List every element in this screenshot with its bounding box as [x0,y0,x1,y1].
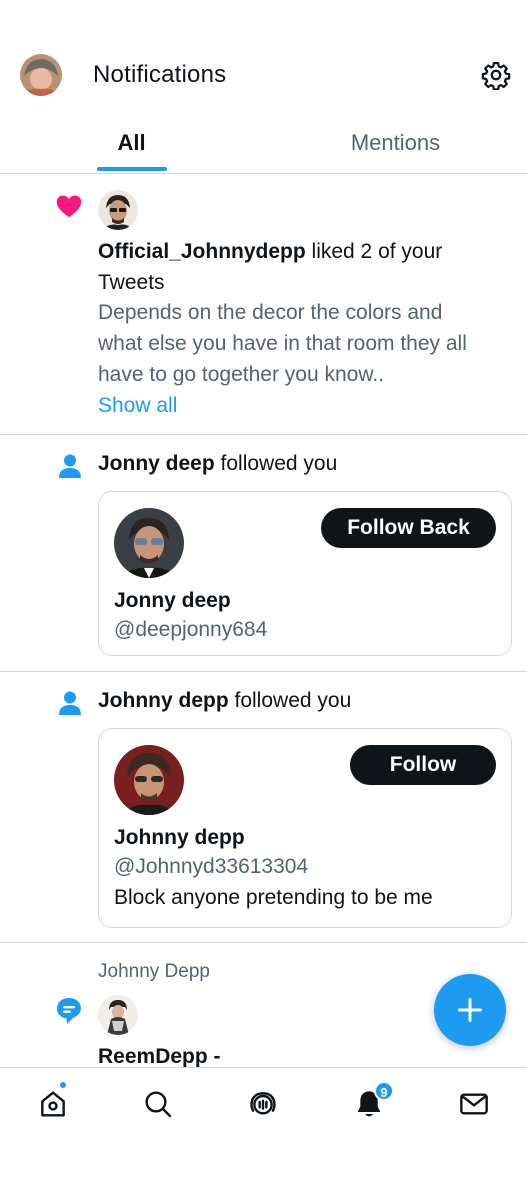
card-user-handle: @Johnnyd33613304 [114,855,309,878]
notification-user[interactable]: Official_Johnnydepp [98,240,306,263]
search-icon[interactable] [142,1088,174,1120]
user-avatar[interactable] [114,745,184,815]
user-avatar[interactable] [98,190,138,230]
tweet-preview-line: Depends on the decor the colors and [98,301,443,324]
home-icon[interactable] [37,1088,69,1120]
notification-count-badge: 9 [374,1081,394,1101]
user-card[interactable]: Follow Back Jonny deep @deepjonny684 [98,491,512,656]
card-user-name[interactable]: Jonny deep [114,589,231,613]
notification-user[interactable]: Johnny depp [98,689,229,712]
person-icon [58,453,82,484]
follow-button[interactable]: Follow [350,745,496,785]
notification-action: liked 2 of your [305,240,443,263]
notification-action: followed you [228,689,352,712]
tweet-preview-line: what else you have in that room they all [98,332,467,355]
tab-mentions[interactable]: Mentions [264,120,527,173]
show-all-link[interactable]: Show all [98,390,177,421]
home-unread-dot [59,1081,67,1089]
notification-user[interactable]: Jonny deep [98,452,215,475]
compose-button[interactable] [434,974,506,1046]
user-card[interactable]: Follow Johnny depp @Johnnyd33613304 Bloc… [98,728,512,928]
spaces-icon[interactable] [247,1088,279,1120]
follow-back-button[interactable]: Follow Back [321,508,496,548]
tab-all[interactable]: All [0,120,263,173]
profile-avatar[interactable] [20,54,62,96]
gear-icon[interactable] [481,60,511,91]
notification-text: Jonny deep followed you [98,448,513,479]
speech-bubble-icon [55,996,83,1031]
active-tab-indicator [97,167,167,171]
notification-follow[interactable]: Jonny deep followed you Follow Back Jonn… [0,435,527,672]
page-title: Notifications [93,61,227,88]
notification-action: followed you [214,452,338,475]
tweet-preview-line: have to go together you know.. [98,363,385,386]
top-bar: Notifications [0,0,527,120]
notification-text-cont: Tweets [98,271,165,294]
notification-text: Official_Johnnydepp liked 2 of your [98,236,513,267]
user-avatar[interactable] [98,995,138,1035]
mail-icon[interactable] [458,1088,490,1120]
plus-icon [458,998,482,1022]
card-user-bio: Block anyone pretending to be me [114,886,433,909]
card-user-name[interactable]: Johnny depp [114,826,245,850]
notification-text: Johnny depp followed you [98,685,513,716]
bottom-nav [0,1067,527,1200]
user-avatar[interactable] [114,508,184,578]
card-user-handle: @deepjonny684 [114,618,268,641]
heart-icon [55,192,83,225]
notification-follow[interactable]: Johnny depp followed you Follow Johnny d… [0,672,527,943]
notification-tabs: All Mentions [0,120,527,174]
person-icon [58,690,82,721]
notification-like[interactable]: Official_Johnnydepp liked 2 of your Twee… [0,174,527,435]
